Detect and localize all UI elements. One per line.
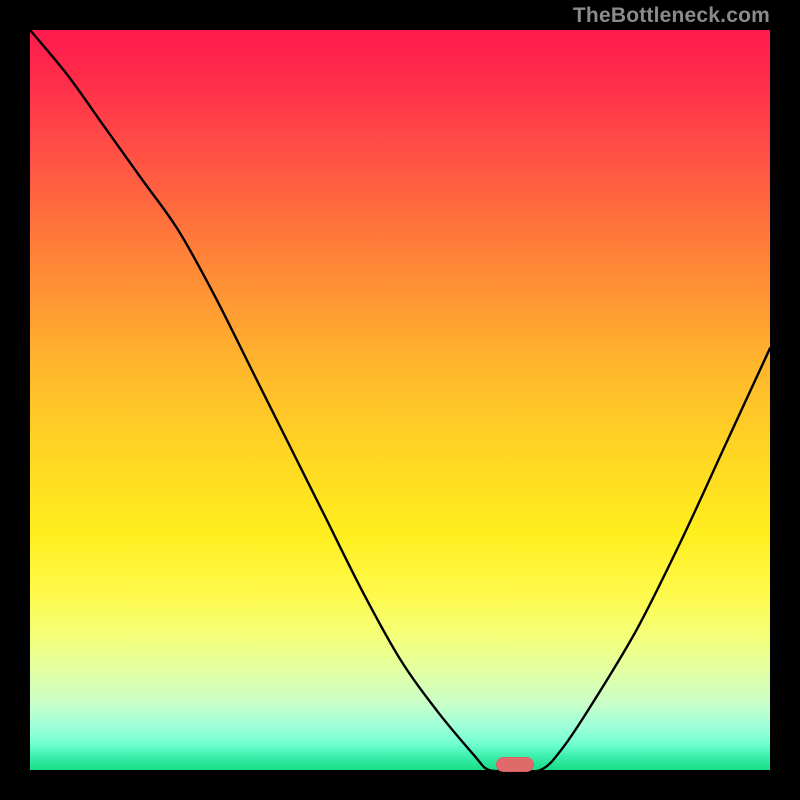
plot-area	[30, 30, 770, 770]
optimal-marker	[496, 757, 534, 772]
chart-frame: TheBottleneck.com	[0, 0, 800, 800]
watermark-text: TheBottleneck.com	[573, 4, 770, 28]
bottleneck-curve	[30, 30, 770, 770]
